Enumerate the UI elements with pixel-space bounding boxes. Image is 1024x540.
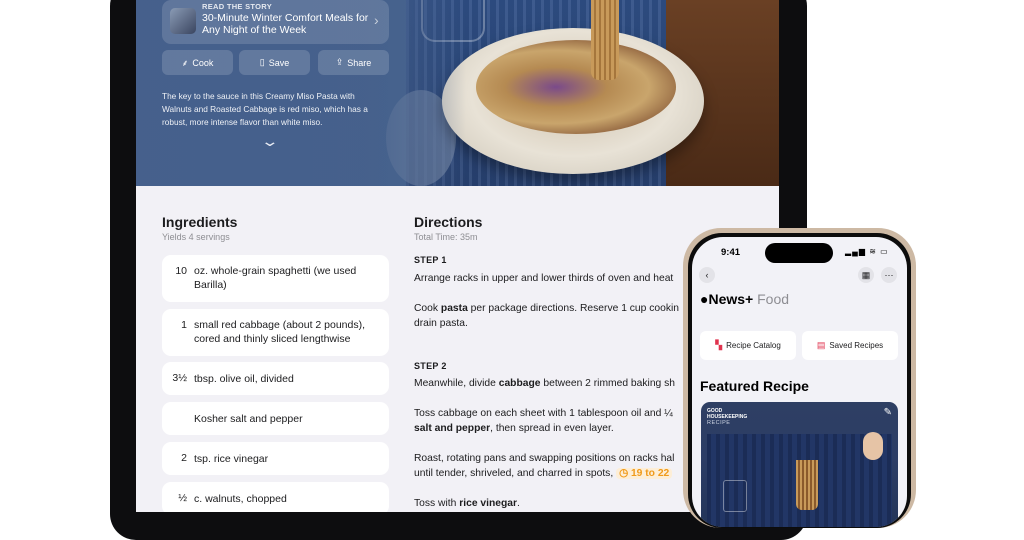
step-2-text: Meanwhile, divide cabbage between 2 rimm… bbox=[414, 378, 676, 389]
recipe-catalog-icon: ▚ bbox=[715, 340, 723, 350]
recipe-catalog-button[interactable]: ▚ Recipe Catalog bbox=[700, 331, 796, 360]
share-button[interactable]: ⇪ Share bbox=[318, 50, 389, 75]
ingredients-title: Ingredients bbox=[162, 214, 238, 230]
step-1-text: Cook pasta per package directions. Reser… bbox=[414, 303, 680, 314]
featured-recipe-title: Featured Recipe bbox=[700, 378, 809, 394]
ingredient-row[interactable]: 2 tsp. rice vinegar bbox=[162, 442, 389, 475]
whisk-icon: ⸙ bbox=[181, 58, 189, 68]
recipe-description: The key to the sauce in this Creamy Miso… bbox=[162, 91, 368, 127]
ingredient-row[interactable]: 1 small red cabbage (about 2 pounds), co… bbox=[162, 309, 389, 356]
publisher-logo: GOOD HOUSEKEEPING bbox=[707, 408, 748, 420]
ingredient-row[interactable]: ½ c. walnuts, chopped bbox=[162, 482, 389, 512]
edit-icon[interactable]: ✎ bbox=[884, 407, 892, 418]
step-2-text: Toss cabbage on each sheet with 1 tables… bbox=[414, 408, 673, 419]
dynamic-island bbox=[765, 243, 833, 263]
news-plus-food-title: ●News+ Food bbox=[700, 291, 790, 307]
saved-recipes-button[interactable]: ▤ Saved Recipes bbox=[802, 331, 898, 360]
ingredient-row[interactable]: 10 oz. whole-grain spaghetti (we used Ba… bbox=[162, 255, 389, 302]
total-time-text: Total Time: 35m bbox=[414, 232, 478, 242]
recipe-box-icon: ▦ bbox=[861, 269, 871, 280]
ellipsis-icon: ⋯ bbox=[884, 269, 894, 280]
share-icon: ⇪ bbox=[335, 57, 344, 67]
bookmark-icon: ▯ bbox=[259, 57, 265, 67]
directions-title: Directions bbox=[414, 214, 483, 230]
status-time: 9:41 bbox=[721, 247, 741, 258]
chevron-right-icon: › bbox=[374, 12, 379, 28]
ingredient-row[interactable]: 3½ tbsp. olive oil, divided bbox=[162, 362, 389, 395]
cook-button[interactable]: ⸙ Cook bbox=[162, 50, 233, 75]
status-icons: ▂▄▆ ≋ ▭ bbox=[845, 247, 889, 256]
story-kicker: READ THE STORY bbox=[202, 2, 273, 11]
step-2-text: until tender, shriveled, and charred in … bbox=[414, 466, 704, 481]
step-1-label: STEP 1 bbox=[414, 255, 447, 265]
back-button[interactable]: ‹ bbox=[699, 267, 715, 283]
step-1-text: Arrange racks in upper and lower thirds … bbox=[414, 273, 674, 284]
card-kicker: RECIPE bbox=[707, 420, 731, 426]
save-button[interactable]: ▯ Save bbox=[239, 50, 310, 75]
step-1-text: drain pasta. bbox=[414, 318, 468, 329]
saved-recipes-icon: ▤ bbox=[816, 340, 826, 350]
servings-text: Yields 4 servings bbox=[162, 232, 230, 242]
step-2-text: salt and pepper, then spread in even lay… bbox=[414, 423, 614, 434]
story-thumbnail bbox=[170, 8, 196, 34]
iphone-screen: 9:41 ▂▄▆ ≋ ▭ ‹ ▦ ⋯ ●News+ Food ▚ Recipe C… bbox=[692, 237, 907, 527]
step-2-text: Toss with rice vinegar. bbox=[414, 498, 520, 509]
step-2-label: STEP 2 bbox=[414, 361, 447, 371]
chevron-left-icon: ‹ bbox=[705, 270, 709, 280]
story-title: 30-Minute Winter Comfort Meals for Any N… bbox=[202, 12, 369, 36]
featured-recipe-card[interactable]: GOOD HOUSEKEEPING RECIPE ✎ bbox=[701, 402, 898, 527]
hero-image: READ THE STORY 30-Minute Winter Comfort … bbox=[136, 0, 779, 186]
ingredient-row[interactable]: Kosher salt and pepper bbox=[162, 402, 389, 435]
recipe-box-button[interactable]: ▦ bbox=[858, 267, 874, 283]
chevron-down-icon[interactable]: ⌄ bbox=[260, 133, 279, 150]
timer-badge[interactable]: ◷ 19 to 22 bbox=[616, 468, 673, 479]
read-the-story-card[interactable]: READ THE STORY 30-Minute Winter Comfort … bbox=[162, 0, 389, 44]
step-2-text: Roast, rotating pans and swapping positi… bbox=[414, 453, 675, 464]
more-button[interactable]: ⋯ bbox=[881, 267, 897, 283]
